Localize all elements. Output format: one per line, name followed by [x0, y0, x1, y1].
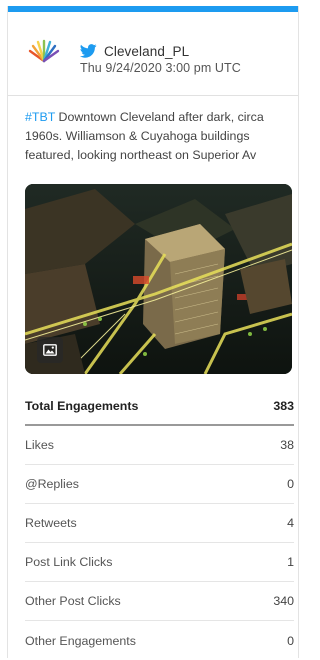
- image-icon: [37, 337, 63, 363]
- text-fade: [255, 146, 291, 166]
- metric-label: Other Engagements: [25, 633, 136, 648]
- metric-label: Other Post Clicks: [25, 594, 121, 608]
- metric-label: @Replies: [25, 477, 79, 491]
- post-date: Thu 9/24/2020 3:00 pm UTC: [80, 61, 241, 75]
- account-handle[interactable]: Cleveland_PL: [104, 44, 189, 59]
- metric-label: Total Engagements: [25, 398, 139, 413]
- metric-value: 4: [287, 516, 294, 530]
- tweet-line-1-text: Downtown Cleveland after dark, circa: [55, 110, 264, 124]
- tweet-line-2: 1960s. Williamson & Cuyahoga buildings: [25, 129, 250, 143]
- hashtag-link[interactable]: #TBT: [25, 110, 55, 124]
- metric-row-other-post-clicks: Other Post Clicks 340: [25, 582, 294, 621]
- metric-row-post-link-clicks: Post Link Clicks 1: [25, 543, 294, 582]
- tweet-line-1: #TBT Downtown Cleveland after dark, circ…: [25, 108, 291, 127]
- metric-row-likes: Likes 38: [25, 426, 294, 465]
- night-city-photo: [25, 184, 292, 374]
- metric-row-replies: @Replies 0: [25, 465, 294, 504]
- metric-label: Retweets: [25, 516, 77, 530]
- post-card: Cleveland_PL Thu 9/24/2020 3:00 pm UTC #…: [7, 6, 299, 658]
- metric-value: 38: [280, 438, 294, 452]
- metric-value: 0: [287, 477, 294, 491]
- metric-label: Post Link Clicks: [25, 555, 113, 569]
- metric-row-other-engagements: Other Engagements 0: [25, 621, 294, 658]
- post-header: Cleveland_PL Thu 9/24/2020 3:00 pm UTC: [8, 12, 298, 96]
- metric-value: 1: [287, 555, 294, 569]
- post-photo[interactable]: [25, 184, 292, 374]
- metric-value: 383: [273, 398, 294, 413]
- metric-value: 0: [287, 633, 294, 648]
- twitter-bird-icon: [80, 44, 97, 58]
- tweet-text: #TBT Downtown Cleveland after dark, circ…: [25, 108, 291, 168]
- metric-row-total-engagements: Total Engagements 383: [25, 387, 294, 426]
- library-sunburst-logo: [28, 39, 60, 63]
- engagement-metrics: Total Engagements 383 Likes 38 @Replies …: [25, 387, 294, 658]
- metric-value: 340: [273, 594, 294, 608]
- metric-row-retweets: Retweets 4: [25, 504, 294, 543]
- metric-label: Likes: [25, 438, 54, 452]
- tweet-line-3: featured, looking northeast on Superior …: [25, 148, 257, 162]
